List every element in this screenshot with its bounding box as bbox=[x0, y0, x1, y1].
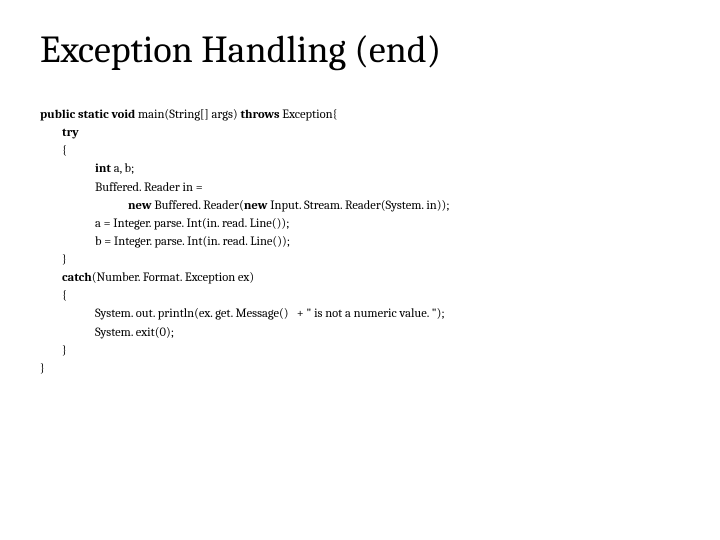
code-text: { bbox=[40, 144, 67, 158]
code-text: Buffered. Reader( bbox=[154, 199, 244, 213]
code-text: } bbox=[40, 362, 45, 376]
code-text: b = Integer. parse. Int(in. read. Line()… bbox=[40, 235, 290, 249]
kw-int: int bbox=[40, 162, 114, 176]
kw-public-static-void: public static void bbox=[40, 108, 138, 122]
code-text: System. exit(0); bbox=[40, 326, 174, 340]
code-text: (Number. Format. Exception ex) bbox=[92, 271, 254, 285]
code-text: System. out. println(ex. get. Message() … bbox=[40, 307, 445, 321]
kw-new: new bbox=[40, 199, 154, 213]
code-text: { bbox=[40, 289, 67, 303]
kw-throws: throws bbox=[240, 108, 282, 122]
code-text: } bbox=[40, 253, 67, 267]
slide: Exception Handling (end) public static v… bbox=[0, 0, 720, 398]
kw-catch: catch bbox=[40, 271, 92, 285]
code-text: Exception{ bbox=[282, 108, 337, 122]
code-block: public static void main(String[] args) t… bbox=[40, 106, 680, 378]
code-text: Buffered. Reader in = bbox=[40, 181, 203, 195]
code-text: } bbox=[40, 344, 67, 358]
code-text: main(String[] args) bbox=[138, 108, 241, 122]
code-text: Input. Stream. Reader(System. in)); bbox=[270, 199, 449, 213]
code-text: a, b; bbox=[114, 162, 135, 176]
page-title: Exception Handling (end) bbox=[40, 28, 680, 72]
code-text: a = Integer. parse. Int(in. read. Line()… bbox=[40, 217, 289, 231]
kw-try: try bbox=[40, 126, 79, 140]
kw-new: new bbox=[244, 199, 270, 213]
